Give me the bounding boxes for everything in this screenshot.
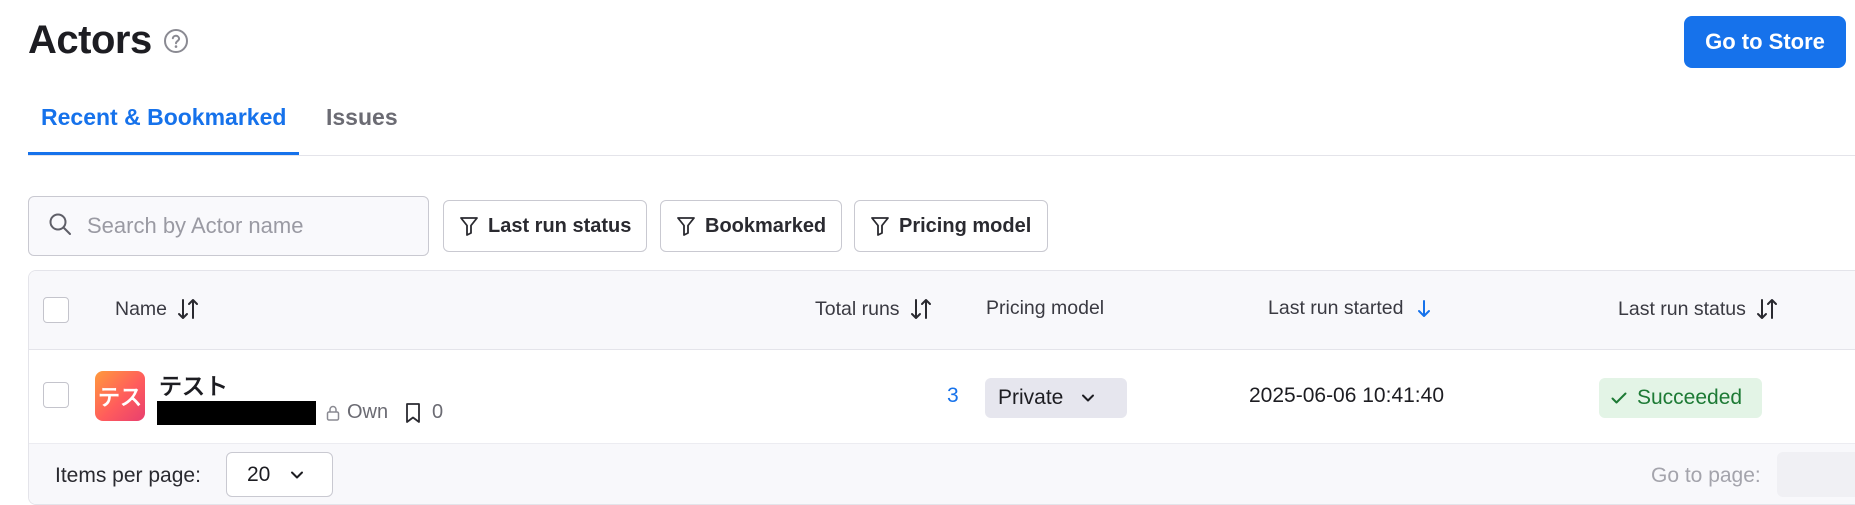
filter-icon [677, 217, 695, 236]
lock-icon [326, 405, 340, 421]
go-to-store-button[interactable]: Go to Store [1684, 16, 1846, 68]
tab-bar: Recent & Bookmarked Issues [28, 96, 1855, 156]
search-box[interactable] [28, 196, 429, 256]
table-footer: Items per page: 20 Go to page: [29, 443, 1855, 504]
go-to-page-label: Go to page: [1651, 464, 1761, 487]
status-badge[interactable]: Succeeded [1599, 378, 1762, 418]
row-checkbox[interactable] [43, 382, 69, 408]
column-header-last-run-status[interactable]: Last run status [1618, 297, 1778, 321]
bookmarked-filter-button[interactable]: Bookmarked [660, 200, 842, 252]
filter-label: Last run status [488, 214, 632, 237]
filter-icon [460, 217, 478, 236]
column-header-last-run-started[interactable]: Last run started [1268, 297, 1432, 320]
column-header-name[interactable]: Name [115, 297, 199, 321]
go-to-page-input[interactable] [1777, 452, 1855, 497]
sort-icon [1756, 299, 1777, 319]
last-run-status-filter-button[interactable]: Last run status [443, 200, 647, 252]
column-header-pricing-model: Pricing model [986, 297, 1105, 319]
actor-name[interactable]: テスト [159, 367, 228, 401]
page-header: Actors [28, 18, 190, 63]
page-title: Actors [28, 18, 152, 62]
select-all-checkbox[interactable] [43, 297, 69, 323]
chevron-down-icon [1082, 394, 1095, 402]
filter-label: Pricing model [899, 214, 1032, 237]
filter-label: Bookmarked [705, 214, 827, 237]
active-tab-indicator [28, 152, 299, 155]
column-header-total-runs[interactable]: Total runs [815, 297, 932, 321]
ownership-label: Own [325, 401, 388, 424]
bookmark-count[interactable]: 0 [404, 401, 443, 424]
redacted-actor-id [157, 401, 316, 425]
question-circle-icon[interactable] [162, 27, 190, 55]
sort-icon [910, 299, 931, 319]
total-runs-link[interactable]: 3 [947, 384, 959, 408]
table-row[interactable]: テス テスト Own 0 3 Private 2025-06-06 10:41:… [29, 351, 1855, 443]
search-input[interactable] [87, 213, 407, 239]
tab-recent-bookmarked[interactable]: Recent & Bookmarked [41, 104, 286, 131]
sort-icon [178, 299, 199, 319]
bookmark-icon [406, 402, 420, 423]
last-run-started-value: 2025-06-06 10:41:40 [1249, 384, 1444, 407]
table-header: Name Total runs Pricing model Last run s… [29, 271, 1855, 350]
items-per-page-label: Items per page: [55, 464, 201, 487]
actor-avatar: テス [95, 371, 145, 421]
filter-icon [871, 217, 889, 236]
pricing-model-filter-button[interactable]: Pricing model [854, 200, 1048, 252]
chevron-down-icon [291, 471, 304, 478]
check-icon [1611, 392, 1627, 404]
sort-descending-icon [1417, 299, 1430, 317]
search-icon [47, 211, 73, 242]
pricing-model-dropdown[interactable]: Private [985, 378, 1127, 418]
actors-table: Name Total runs Pricing model Last run s… [28, 270, 1855, 505]
items-per-page-select[interactable]: 20 [226, 452, 333, 497]
tab-issues[interactable]: Issues [326, 104, 398, 131]
